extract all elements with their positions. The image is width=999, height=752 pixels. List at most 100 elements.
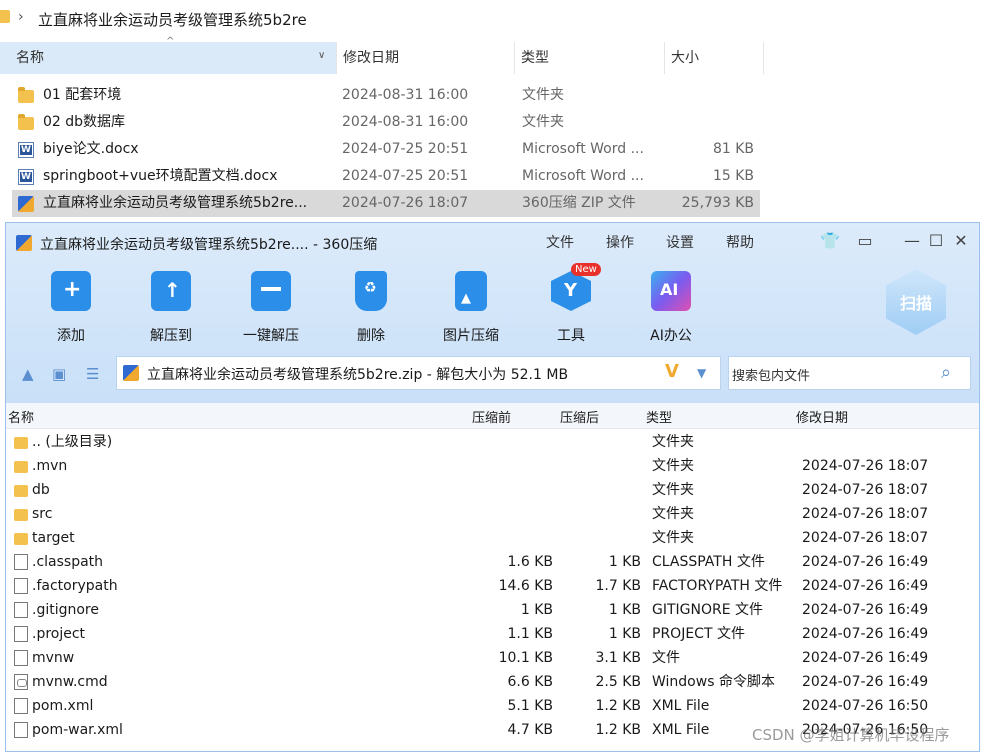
column-after[interactable]: 压缩后 <box>560 407 599 426</box>
archive-entry-row[interactable]: pom.xml 5.1 KB 1.2 KB XML File 2024-07-26 16… <box>6 694 979 718</box>
file-type: 文件夹 <box>522 87 564 103</box>
archive-entry-row[interactable]: .factorypath 14.6 KB 1.7 KB FACTORYPATH 文件 2… <box>6 574 979 598</box>
watermark: CSDN @李姐计算机毕设程序 <box>752 726 950 744</box>
entry-name: mvnw <box>32 650 75 666</box>
minimize-button[interactable]: — <box>901 231 923 250</box>
file-icon <box>14 578 28 594</box>
entry-date: 2024-07-26 16:49 <box>802 626 929 642</box>
address-bar[interactable]: › 立直麻将业余运动员考级管理系统5b2re <box>0 0 999 38</box>
column-date[interactable]: 修改日期 <box>336 42 514 74</box>
file-row[interactable]: springboot+vue环境配置文档.docx 2024-07-25 20:5… <box>12 163 760 190</box>
entry-size-after: 1 KB <box>608 602 641 618</box>
new-badge: New <box>571 263 601 276</box>
menu-operate[interactable]: 操作 <box>606 232 634 252</box>
feedback-icon[interactable]: ▭ <box>854 231 876 250</box>
entry-type: 文件夹 <box>652 506 694 522</box>
entry-type: 文件 <box>652 650 680 666</box>
column-type[interactable]: 类型 <box>646 407 672 426</box>
zip-archive-icon <box>123 365 139 381</box>
column-date[interactable]: 修改日期 <box>796 407 848 426</box>
chevron-down-icon[interactable]: ▼ <box>697 366 706 380</box>
entry-type: FACTORYPATH 文件 <box>652 578 783 594</box>
ai-office-button[interactable]: AI AI办公 <box>634 271 708 345</box>
entry-size-before: 1 KB <box>520 602 553 618</box>
entry-name: .. (上级目录) <box>32 434 113 450</box>
add-icon: + <box>51 271 91 311</box>
entry-date: 2024-07-26 16:49 <box>802 674 929 690</box>
add-button[interactable]: + 添加 <box>34 271 108 345</box>
view-list-icon[interactable]: ☰ <box>86 365 99 383</box>
file-row[interactable]: 立直麻将业余运动员考级管理系统5b2re... 2024-07-26 18:07 3… <box>12 190 760 217</box>
file-icon <box>14 626 28 642</box>
search-input[interactable]: 搜索包内文件 ⌕ <box>728 356 971 390</box>
chevron-right-icon[interactable]: › <box>18 9 24 25</box>
scan-button[interactable]: 扫描 <box>886 269 946 339</box>
breadcrumb[interactable]: 立直麻将业余运动员考级管理系统5b2re <box>38 9 307 30</box>
word-doc-icon <box>18 142 34 158</box>
archive-entry-row[interactable]: .gitignore 1 KB 1 KB GITIGNORE 文件 2024-07-26… <box>6 598 979 622</box>
menu-help[interactable]: 帮助 <box>726 232 754 252</box>
entry-size-after: 3.1 KB <box>595 650 642 666</box>
entry-size-before: 4.7 KB <box>507 722 554 738</box>
view-thumbnail-icon[interactable]: ▣ <box>52 365 66 383</box>
column-name[interactable]: 名称 <box>8 407 34 426</box>
up-arrow-icon[interactable]: ▲ <box>22 365 34 383</box>
search-icon[interactable]: ⌕ <box>941 362 951 383</box>
entry-type: PROJECT 文件 <box>652 626 745 642</box>
archive-entry-row[interactable]: mvnw 10.1 KB 3.1 KB 文件 2024-07-26 16:49 <box>6 646 979 670</box>
entry-type: 文件夹 <box>652 482 694 498</box>
zip-address-row: ▲ ▣ ☰ 立直麻将业余运动员考级管理系统5b2re.zip - 解包大小为 5… <box>6 351 979 395</box>
column-type[interactable]: 类型 <box>514 42 664 74</box>
entry-type: 文件夹 <box>652 530 694 546</box>
word-doc-icon <box>18 169 34 185</box>
menu-settings[interactable]: 设置 <box>666 232 694 252</box>
archive-entry-row[interactable]: mvnw.cmd 6.6 KB 2.5 KB Windows 命令脚本 2024-07-… <box>6 670 979 694</box>
tools-icon: Y <box>551 271 591 311</box>
archive-entry-row[interactable]: db 文件夹 2024-07-26 18:07 <box>6 478 979 502</box>
archive-entry-row[interactable]: src 文件夹 2024-07-26 18:07 <box>6 502 979 526</box>
entry-name: mvnw.cmd <box>32 674 108 690</box>
delete-button[interactable]: ♻ 删除 <box>334 271 408 345</box>
entry-date: 2024-07-26 16:49 <box>802 554 929 570</box>
archive-entry-row[interactable]: .. (上级目录) 文件夹 <box>6 430 979 454</box>
file-icon <box>14 698 28 714</box>
file-size: 25,793 KB <box>681 195 754 211</box>
entry-size-after: 1.2 KB <box>595 698 642 714</box>
entry-name: .gitignore <box>32 602 99 618</box>
chevron-down-icon[interactable]: ∨ <box>318 50 325 61</box>
file-size: 81 KB <box>712 141 754 157</box>
column-size[interactable]: 大小 <box>664 42 764 74</box>
entry-name: pom-war.xml <box>32 722 123 738</box>
folder-icon <box>18 114 34 130</box>
zip-archive-icon <box>18 196 34 212</box>
zip-app-icon <box>16 235 32 251</box>
folder-icon <box>14 485 28 497</box>
file-row[interactable]: 01 配套环境 2024-08-31 16:00 文件夹 <box>12 82 760 109</box>
archive-entry-row[interactable]: .project 1.1 KB 1 KB PROJECT 文件 2024-07-26 1… <box>6 622 979 646</box>
menu-file[interactable]: 文件 <box>546 232 574 252</box>
tools-button[interactable]: Y 工具 <box>534 271 608 345</box>
entry-type: CLASSPATH 文件 <box>652 554 765 570</box>
archive-entry-row[interactable]: .classpath 1.6 KB 1 KB CLASSPATH 文件 2024-07-… <box>6 550 979 574</box>
file-date: 2024-08-31 16:00 <box>342 114 469 130</box>
column-before[interactable]: 压缩前 <box>472 407 511 426</box>
close-button[interactable]: ✕ <box>950 231 972 250</box>
extract-to-icon: ↑ <box>151 271 191 311</box>
folder-icon <box>14 533 28 545</box>
entry-type: XML File <box>652 698 710 714</box>
entry-size-before: 6.6 KB <box>507 674 554 690</box>
entry-name: target <box>32 530 75 546</box>
maximize-button[interactable]: ☐ <box>925 231 947 250</box>
one-click-extract-icon <box>251 271 291 311</box>
image-compress-button[interactable]: ▲ 图片压缩 <box>434 271 508 345</box>
skin-icon[interactable]: 👕 <box>819 231 841 250</box>
one-click-extract-button[interactable]: 一键解压 <box>234 271 308 345</box>
archive-path-field[interactable]: 立直麻将业余运动员考级管理系统5b2re.zip - 解包大小为 52.1 MB… <box>116 356 721 390</box>
archive-entry-row[interactable]: target 文件夹 2024-07-26 18:07 <box>6 526 979 550</box>
archive-entry-row[interactable]: .mvn 文件夹 2024-07-26 18:07 <box>6 454 979 478</box>
file-row[interactable]: 02 db数据库 2024-08-31 16:00 文件夹 <box>12 109 760 136</box>
file-date: 2024-07-25 20:51 <box>342 168 469 184</box>
file-type: 360压缩 ZIP 文件 <box>522 195 636 211</box>
extract-to-button[interactable]: ↑ 解压到 <box>134 271 208 345</box>
file-row[interactable]: biye论文.docx 2024-07-25 20:51 Microsoft Wor… <box>12 136 760 163</box>
